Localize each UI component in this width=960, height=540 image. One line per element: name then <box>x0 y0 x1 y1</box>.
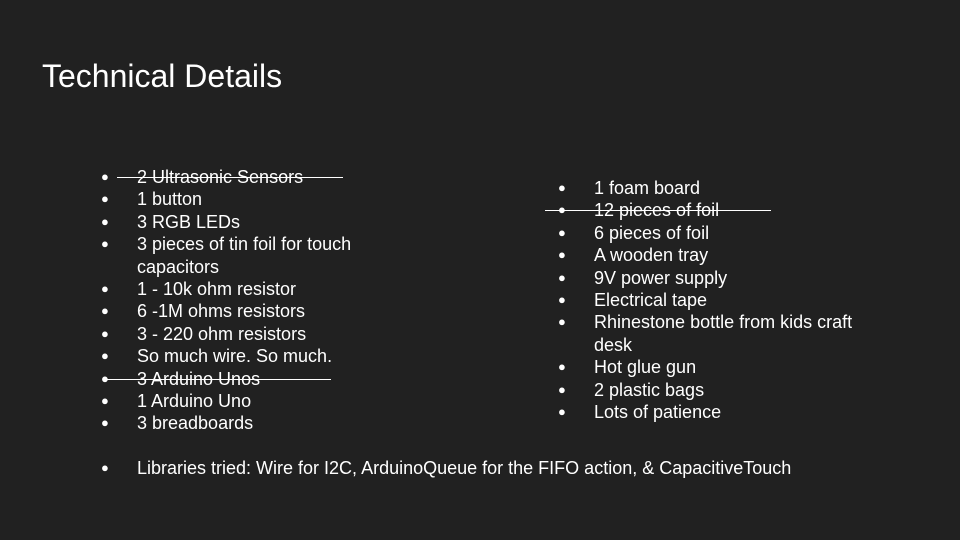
list-item: ● 1 foam board <box>558 177 878 199</box>
bullet-icon: ● <box>558 269 566 285</box>
list-item-text: 1 - 10k ohm resistor <box>137 279 297 300</box>
list-item: ● 3 RGB LEDs <box>101 211 371 233</box>
list-item: ● Hot glue gun <box>558 356 878 378</box>
list-item: ● Electrical tape <box>558 289 878 311</box>
bullet-icon: ● <box>558 314 566 330</box>
bullet-icon: ● <box>101 460 109 475</box>
list-item: ● 2 Ultrasonic Sensors <box>101 166 371 188</box>
list-item-text: Lots of patience <box>594 402 722 423</box>
list-item: ● Rhinestone bottle from kids craft desk <box>558 311 878 356</box>
bullet-icon: ● <box>558 180 566 195</box>
bullet-icon: ● <box>101 325 109 341</box>
list-item: ● 3 pieces of tin foil for touch capacito… <box>101 233 371 278</box>
list-item: ● 9V power supply <box>558 267 878 289</box>
bullet-icon: ● <box>101 281 109 297</box>
list-item: ● 3 - 220 ohm resistors <box>101 323 371 345</box>
bullet-icon: ● <box>101 303 109 319</box>
list-item-text: 9V power supply <box>594 267 728 288</box>
strikethrough-line <box>117 177 343 178</box>
bottom-bullet-list: ● Libraries tried: Wire for I2C, ArduinoQ… <box>101 457 921 479</box>
bullet-icon: ● <box>558 404 566 420</box>
bullet-icon: ● <box>101 348 109 364</box>
bullet-icon: ● <box>101 191 109 207</box>
list-item-text: 1 Arduino Uno <box>137 391 252 412</box>
list-item-text: 3 breadboards <box>137 413 254 434</box>
list-item: ● Libraries tried: Wire for I2C, ArduinoQ… <box>101 457 921 479</box>
bullet-icon: ● <box>101 415 109 431</box>
list-item-text: 1 button <box>137 189 203 210</box>
list-item: ● 1 Arduino Uno <box>101 390 371 412</box>
list-item: ● Lots of patience <box>558 401 878 423</box>
list-item: ●12 pieces of foil <box>545 199 878 221</box>
list-item-text: Libraries tried: Wire for I2C, ArduinoQu… <box>137 458 792 478</box>
bullet-icon: ● <box>101 236 109 252</box>
bullet-icon: ● <box>101 393 109 409</box>
list-item-text: 3 RGB LEDs <box>137 211 241 232</box>
list-item-text: Rhinestone bottle from kids craft desk <box>594 312 853 355</box>
list-item-text: 6 pieces of foil <box>594 222 710 243</box>
list-item-text: 1 foam board <box>594 178 701 198</box>
list-item-text: A wooden tray <box>594 245 709 266</box>
bullet-icon: ● <box>101 213 109 229</box>
list-item: ● 2 plastic bags <box>558 379 878 401</box>
list-item: ● So much wire. So much. <box>101 345 371 367</box>
strikethrough-line <box>105 378 331 380</box>
list-item: ● 1 button <box>101 188 371 210</box>
bullet-icon: ● <box>558 359 566 375</box>
right-bullet-list: ● 1 foam board ●12 pieces of foil ● 6 piec… <box>545 177 878 423</box>
list-item-text: Electrical tape <box>594 290 708 311</box>
list-item: ● 6 pieces of foil <box>558 222 878 244</box>
list-item-text: Hot glue gun <box>594 357 697 378</box>
strikethrough-line <box>545 210 771 212</box>
list-item: ● 1 - 10k ohm resistor <box>101 278 371 300</box>
list-item-text: 2 plastic bags <box>594 379 705 400</box>
list-item: ● 6 -1M ohms resistors <box>101 300 371 322</box>
slide: Technical Details ● 2 Ultrasonic Sensors … <box>0 0 960 540</box>
list-item-text: 3 pieces of tin foil for touch capacitor… <box>137 234 352 277</box>
bullet-icon: ● <box>558 247 566 263</box>
list-item-text: 3 - 220 ohm resistors <box>137 323 307 344</box>
left-bullet-list: ● 2 Ultrasonic Sensors ● 1 button ● 3 RGB L… <box>101 166 371 435</box>
bullet-icon: ● <box>558 381 566 397</box>
list-item-text: So much wire. So much. <box>137 346 333 367</box>
list-item: ●3 Arduino Unos <box>101 368 371 390</box>
slide-title: Technical Details <box>42 58 283 94</box>
list-item: ● A wooden tray <box>558 244 878 266</box>
list-item-text: 6 -1M ohms resistors <box>137 301 306 322</box>
list-item: ● 3 breadboards <box>101 412 371 434</box>
bullet-icon: ● <box>558 224 566 240</box>
bullet-icon: ● <box>558 292 566 308</box>
